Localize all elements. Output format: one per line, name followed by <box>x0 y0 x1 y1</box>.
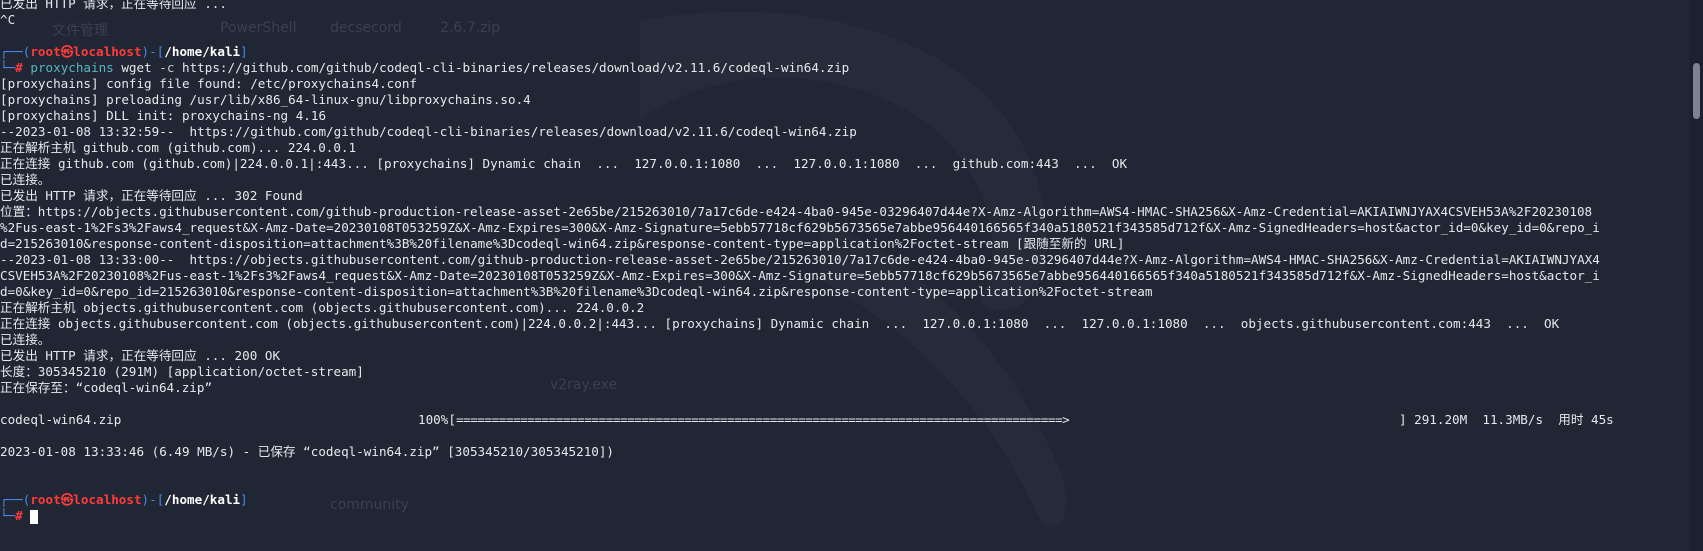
progress-bar-open: [ <box>448 412 456 427</box>
terminal-line: 正在解析主机 objects.githubusercontent.com (ob… <box>0 300 645 315</box>
command-text: wget <box>113 60 160 75</box>
prompt-frame: ] <box>240 492 248 507</box>
progress-speed: 11.3MB/s <box>1482 412 1544 427</box>
terminal-line: 位置：https://objects.githubusercontent.com… <box>0 204 1593 219</box>
download-progress-line: codeql-win64.zip 100%[===================… <box>0 412 1690 428</box>
terminal-line: [proxychains] DLL init: proxychains-ng 4… <box>0 108 327 123</box>
prompt-host: localhost <box>73 492 142 507</box>
progress-percent: 100% <box>418 412 449 427</box>
terminal-line: 已发出 HTTP 请求，正在等待回应 ... 302 Found <box>0 188 303 203</box>
terminal-line: %2Fus-east-1%2Fs3%2Faws4_request&X-Amz-D… <box>0 220 1600 235</box>
prompt-at-symbol: ㉿ <box>60 492 74 507</box>
input-line[interactable]: └─# <box>0 508 1690 524</box>
terminal-line: [proxychains] preloading /usr/lib/x86_64… <box>0 92 531 107</box>
prompt-user: root <box>30 492 61 507</box>
command-url: https://github.com/github/codeql-cli-bin… <box>174 60 850 75</box>
terminal-line: --2023-01-08 13:32:59-- https://github.c… <box>0 124 857 139</box>
prompt-path: /home/kali <box>164 492 241 507</box>
prompt-frame: └─ <box>0 508 16 523</box>
prompt-path: /home/kali <box>164 44 241 59</box>
scrollbar-thumb[interactable] <box>1693 63 1700 119</box>
prompt-frame: ┌──( <box>0 492 31 507</box>
prompt-user: root <box>30 44 61 59</box>
prompt-hash: # <box>15 508 23 523</box>
command-tool: proxychains <box>30 60 114 75</box>
prompt-hash: # <box>15 60 23 75</box>
terminal-line: d=0&key_id=0&repo_id=215263010&response-… <box>0 284 1153 299</box>
prompt-frame: ] <box>240 44 248 59</box>
progress-filename: codeql-win64.zip <box>0 412 122 427</box>
terminal-line: 已连接。 <box>0 332 51 347</box>
terminal-line: [proxychains] config file found: /etc/pr… <box>0 76 418 91</box>
prompt-frame: └─ <box>0 60 16 75</box>
terminal-line: 正在连接 github.com (github.com)|224.0.0.1|:… <box>0 156 1128 171</box>
terminal-line: 已连接。 <box>0 172 51 187</box>
text-cursor[interactable] <box>30 509 39 524</box>
terminal-line: --2023-01-08 13:33:00-- https://objects.… <box>0 252 1600 267</box>
terminal-output[interactable]: 已发出 HTTP 请求，正在等待回应 ... ^C ┌──(root㉿local… <box>0 0 1690 551</box>
prompt-frame: )-[ <box>141 492 165 507</box>
progress-bar-close: ] <box>1398 412 1407 427</box>
prompt-host: localhost <box>73 44 142 59</box>
progress-size: 291.20M <box>1414 412 1468 427</box>
prompt-frame: ┌──( <box>0 44 31 59</box>
prompt-at-symbol: ㉿ <box>60 44 74 59</box>
terminal-line: 已发出 HTTP 请求，正在等待回应 ... 200 OK <box>0 348 281 363</box>
command-flag: -c <box>159 60 175 75</box>
prompt-line: ┌──(root㉿localhost)-[/home/kali] <box>0 492 1690 508</box>
prompt-frame: )-[ <box>141 44 165 59</box>
terminal-line: 长度：305345210 (291M) [application/octet-s… <box>0 364 364 379</box>
command-line: └─# proxychains wget -c https://github.c… <box>0 60 1690 76</box>
terminal-line: 正在保存至：“codeql-win64.zip” <box>0 380 213 395</box>
terminal-line: 正在解析主机 github.com (github.com)... 224.0.… <box>0 140 357 155</box>
terminal-line: 正在连接 objects.githubusercontent.com (obje… <box>0 316 1560 331</box>
progress-bar-fill: ========================================… <box>455 412 1070 427</box>
terminal-line: 2023-01-08 13:33:46 (6.49 MB/s) - 已保存 “c… <box>0 444 615 459</box>
progress-time: 45s <box>1591 412 1614 427</box>
terminal-line: d=215263010&response-content-disposition… <box>0 236 1125 251</box>
terminal-line: 已发出 HTTP 请求，正在等待回应 ... <box>0 0 227 11</box>
terminal-line: ^C <box>0 12 16 27</box>
progress-time-label: 用时 <box>1558 412 1584 427</box>
terminal-line: CSVEH53A%2F20230108%2Fus-east-1%2Fs3%2Fa… <box>0 268 1600 283</box>
prompt-line: ┌──(root㉿localhost)-[/home/kali] <box>0 44 1690 60</box>
